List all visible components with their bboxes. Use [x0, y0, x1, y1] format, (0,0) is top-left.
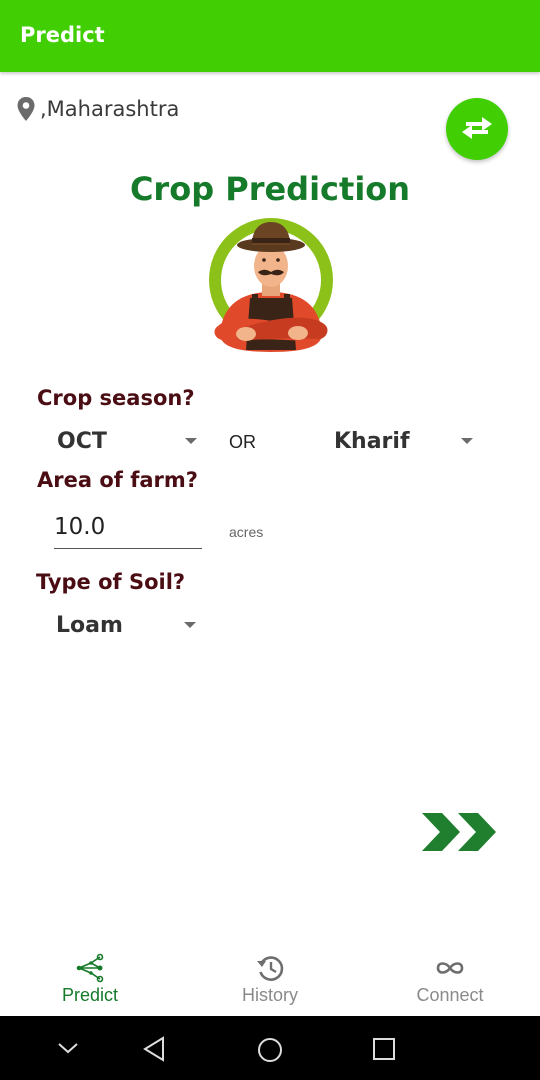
nav-label-predict: Predict: [61, 985, 119, 1005]
nav-label-history: History: [241, 985, 298, 1005]
bottom-navigation: Predict History Connect: [0, 944, 540, 1016]
system-nav-bar: [0, 1016, 540, 1080]
double-chevron-right-icon: [422, 813, 496, 851]
soil-select-value: Loam: [56, 612, 123, 638]
history-icon: [257, 956, 284, 981]
location-pin-icon: [17, 97, 35, 121]
area-input[interactable]: 10.0: [54, 514, 202, 549]
nav-item-predict[interactable]: Predict: [0, 944, 180, 1016]
page-title: Crop Prediction: [129, 170, 411, 208]
location-text: ,Maharashtra: [40, 97, 180, 121]
back-icon[interactable]: [142, 1036, 168, 1062]
infinity-icon: [436, 962, 464, 974]
app-bar: Predict: [0, 0, 540, 72]
swap-button[interactable]: [446, 98, 508, 160]
recents-icon[interactable]: [372, 1037, 396, 1061]
app-bar-title: Predict: [20, 23, 105, 47]
soil-select[interactable]: Loam: [56, 608, 198, 642]
month-select[interactable]: OCT: [57, 424, 199, 458]
nav-label-connect: Connect: [416, 985, 484, 1005]
chevron-down-icon[interactable]: [57, 1040, 79, 1056]
swap-arrows-icon: [462, 117, 492, 139]
next-button[interactable]: [420, 810, 500, 854]
nav-item-history[interactable]: History: [180, 944, 360, 1016]
season-select-value: Kharif: [334, 428, 410, 454]
chevron-down-icon: [461, 438, 473, 444]
share-nodes-icon: [76, 953, 104, 983]
nav-item-connect[interactable]: Connect: [360, 944, 540, 1016]
farmer-illustration: [209, 218, 333, 352]
area-label: Area of farm?: [37, 468, 198, 492]
chevron-down-icon: [184, 622, 196, 628]
location-display: ,Maharashtra: [16, 95, 179, 123]
chevron-down-icon: [185, 438, 197, 444]
or-text: OR: [229, 432, 256, 452]
month-select-value: OCT: [57, 428, 107, 454]
soil-label: Type of Soil?: [36, 570, 186, 594]
season-select[interactable]: Kharif: [334, 424, 476, 458]
area-unit-text: acres: [229, 524, 264, 540]
home-icon[interactable]: [256, 1036, 284, 1064]
crop-season-label: Crop season?: [37, 386, 195, 410]
